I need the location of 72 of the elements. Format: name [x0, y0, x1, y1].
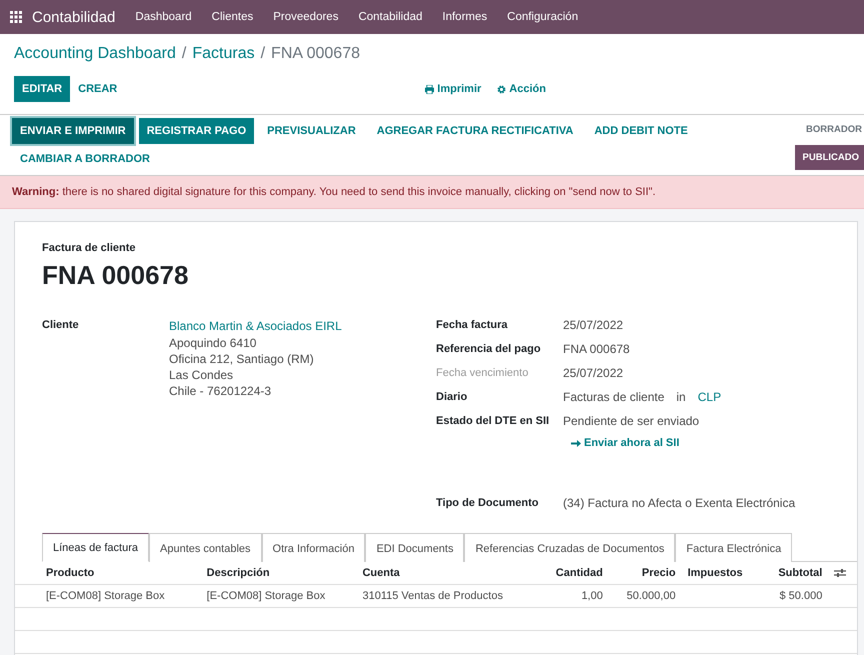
gear-icon	[497, 84, 506, 94]
apps-grid-icon[interactable]	[10, 11, 22, 23]
field-label: Tipo de Documento	[436, 497, 540, 509]
header-button[interactable]: CAMBIAR A BORRADOR	[12, 146, 158, 172]
app-title[interactable]: Contabilidad	[32, 8, 116, 26]
column-settings-icon[interactable]	[834, 568, 846, 578]
table-cell: 1,00	[581, 590, 603, 602]
field-value: FNA 000678	[563, 343, 631, 355]
tab[interactable]: Otra Información	[262, 533, 366, 562]
menu-item[interactable]: Configuración	[507, 11, 578, 23]
field-label: Fecha factura	[436, 319, 509, 331]
header-button[interactable]: ENVIAR E IMPRIMIR	[12, 118, 134, 144]
field-value: Facturas de cliente	[563, 391, 664, 403]
header-button[interactable]: AGREGAR FACTURA RECTIFICATIVA	[368, 118, 582, 144]
warning-alert: Warning: there is no shared digital signature for this company. You need to send this invoice manually, clicking on "send now to SII".	[0, 176, 864, 209]
breadcrumb-link[interactable]: Accounting Dashboard	[14, 45, 176, 63]
header-button[interactable]: ADD DEBIT NOTE	[586, 118, 696, 144]
currency-link[interactable]: CLP	[698, 391, 722, 403]
field-value: Pendiente de ser enviado	[563, 415, 700, 427]
field-label: Referencia del pago	[436, 343, 542, 355]
column-header[interactable]: Impuestos	[682, 562, 762, 584]
status-step[interactable]: PUBLICADO	[794, 145, 864, 170]
menu-item[interactable]: Informes	[442, 11, 488, 23]
menu-item[interactable]: Dashboard	[135, 11, 192, 23]
header-button[interactable]: PREVISUALIZAR	[259, 118, 364, 144]
field-value: (34) Factura no Afecta o Exenta Electrónica	[563, 497, 796, 509]
breadcrumb-separator: /	[182, 45, 186, 63]
menu-item[interactable]: Proveedores	[273, 11, 338, 23]
column-header[interactable]: Precio	[608, 562, 682, 584]
tab[interactable]: Factura Electrónica	[675, 533, 792, 562]
create-button[interactable]: CREAR	[70, 76, 126, 102]
edit-button[interactable]: EDITAR	[14, 76, 70, 102]
tab[interactable]: EDI Documents	[365, 533, 464, 562]
field-label: Estado del DTE en SII	[436, 415, 550, 427]
field-value: 25/07/2022	[563, 367, 624, 379]
column-header[interactable]: Producto	[15, 562, 201, 584]
tab[interactable]: Referencias Cruzadas de Documentos	[464, 533, 676, 562]
action-menu[interactable]: Acción	[497, 83, 546, 95]
field-label: Cliente	[42, 319, 80, 333]
field-label: Diario	[436, 391, 468, 403]
field-label: Fecha vencimiento	[436, 367, 530, 379]
invoice-number: FNA 000678	[42, 260, 190, 291]
menu-item[interactable]: Clientes	[212, 11, 254, 23]
document-type: Factura de cliente	[42, 242, 137, 254]
column-header[interactable]: Descripción	[200, 562, 356, 584]
table-cell: 50.000,00	[626, 590, 676, 602]
tab[interactable]: Líneas de factura	[42, 533, 150, 562]
column-header[interactable]: Cuenta	[356, 562, 538, 584]
table-cell: $ 50.000	[780, 590, 822, 602]
menu-item[interactable]: Contabilidad	[358, 11, 422, 23]
table-cell: [E-COM08] Storage Box	[46, 590, 165, 602]
breadcrumb-link[interactable]: Facturas	[192, 45, 255, 63]
address-line: Apoquindo 6410	[169, 337, 258, 349]
address-line: Oficina 212, Santiago (RM)	[169, 353, 315, 365]
send-button[interactable]: Enviar ahora al SII	[563, 437, 796, 449]
table-cell: [E-COM08] Storage Box	[206, 590, 326, 602]
customer-link[interactable]: Blanco Martin & Asociados EIRL	[169, 319, 342, 333]
joiner-text: in	[676, 391, 686, 403]
tab[interactable]: Apuntes contables	[149, 533, 262, 562]
breadcrumb-separator: /	[260, 45, 266, 63]
column-header[interactable]: Cantidad	[538, 562, 609, 584]
printer-icon	[425, 84, 434, 94]
header-button[interactable]: REGISTRAR PAGO	[138, 118, 254, 144]
address-line: Chile - 76201224-3	[169, 385, 272, 397]
breadcrumb-current: FNA 000678	[271, 45, 360, 63]
column-header[interactable]: Subtotal	[762, 562, 828, 584]
address-line: Las Condes	[169, 369, 234, 381]
field-value: 25/07/2022	[563, 319, 624, 331]
action-menu[interactable]: Imprimir	[425, 83, 482, 95]
arrow-icon	[571, 440, 581, 446]
status-step[interactable]: BORRADOR	[798, 118, 864, 141]
table-cell: 310115 Ventas de Productos	[362, 590, 503, 602]
